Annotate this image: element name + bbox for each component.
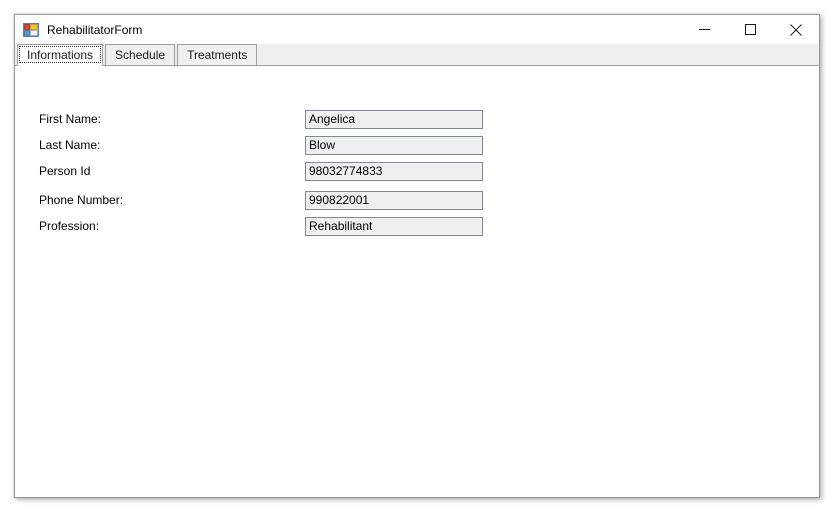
phone-number-label: Phone Number: bbox=[39, 193, 124, 207]
profession-label: Profession: bbox=[39, 219, 100, 233]
title-bar-left: RehabilitatorForm bbox=[15, 22, 681, 38]
application-window: RehabilitatorForm Informations Schedule … bbox=[14, 14, 820, 498]
window-title: RehabilitatorForm bbox=[47, 22, 143, 37]
form-row-person-id: Person Id 98032774833 bbox=[15, 162, 819, 182]
phone-number-input[interactable]: 990822001 bbox=[305, 191, 483, 210]
tab-informations[interactable]: Informations bbox=[17, 44, 104, 66]
person-id-input[interactable]: 98032774833 bbox=[305, 162, 483, 181]
tab-treatments[interactable]: Treatments bbox=[177, 44, 258, 65]
tab-strip: Informations Schedule Treatments bbox=[15, 44, 819, 66]
close-icon bbox=[790, 23, 802, 36]
minimize-button[interactable] bbox=[681, 15, 727, 44]
profession-input[interactable]: Rehabilitant bbox=[305, 217, 483, 236]
title-bar: RehabilitatorForm bbox=[15, 15, 819, 44]
close-button[interactable] bbox=[773, 15, 819, 44]
maximize-icon bbox=[744, 24, 756, 35]
desktop-background: RehabilitatorForm Informations Schedule … bbox=[0, 0, 834, 512]
form-row-phone-number: Phone Number: 990822001 bbox=[15, 191, 819, 211]
person-id-label: Person Id bbox=[39, 164, 91, 178]
first-name-label: First Name: bbox=[39, 112, 102, 126]
maximize-button[interactable] bbox=[727, 15, 773, 44]
tab-page-informations: First Name: Angelica Last Name: Blow Per… bbox=[15, 66, 819, 496]
tab-schedule[interactable]: Schedule bbox=[105, 44, 176, 65]
tab-schedule-label: Schedule bbox=[115, 48, 166, 62]
window-controls bbox=[681, 15, 819, 44]
person-information-form: First Name: Angelica Last Name: Blow Per… bbox=[15, 66, 819, 496]
last-name-label: Last Name: bbox=[39, 138, 101, 152]
last-name-input[interactable]: Blow bbox=[305, 136, 483, 155]
form-row-first-name: First Name: Angelica bbox=[15, 110, 819, 130]
winforms-app-icon bbox=[23, 22, 39, 38]
tab-treatments-label: Treatments bbox=[187, 48, 248, 62]
tab-informations-label: Informations bbox=[27, 48, 94, 62]
first-name-input[interactable]: Angelica bbox=[305, 110, 483, 129]
form-row-profession: Profession: Rehabilitant bbox=[15, 217, 819, 237]
form-row-last-name: Last Name: Blow bbox=[15, 136, 819, 156]
minimize-icon bbox=[698, 24, 710, 35]
